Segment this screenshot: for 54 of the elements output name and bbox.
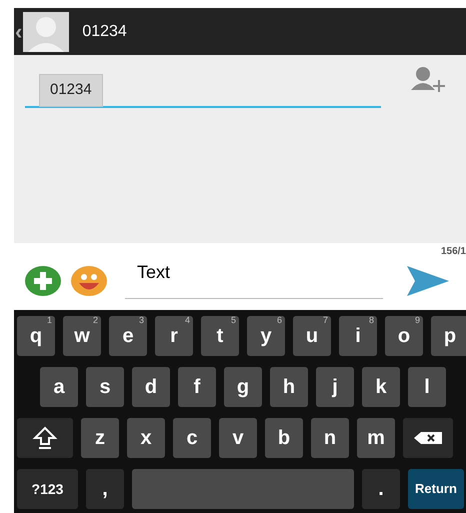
key[interactable]: , bbox=[86, 469, 124, 509]
key[interactable]: l bbox=[408, 367, 446, 407]
key[interactable]: p bbox=[431, 316, 466, 356]
key[interactable]: . bbox=[362, 469, 400, 509]
key[interactable]: f bbox=[178, 367, 216, 407]
key[interactable]: e 3 bbox=[109, 316, 147, 356]
key-hint: 7 bbox=[322, 316, 328, 325]
shift-key[interactable] bbox=[17, 418, 73, 458]
key[interactable]: u 7 bbox=[293, 316, 331, 356]
key[interactable]: a bbox=[40, 367, 78, 407]
key[interactable]: t 5 bbox=[201, 316, 239, 356]
back-button[interactable]: ‹ bbox=[14, 20, 22, 42]
backspace-icon bbox=[413, 431, 443, 445]
key[interactable]: y 6 bbox=[247, 316, 285, 356]
message-input[interactable]: Text bbox=[125, 258, 383, 298]
key[interactable]: v bbox=[219, 418, 257, 458]
key[interactable]: s bbox=[86, 367, 124, 407]
key[interactable]: d bbox=[132, 367, 170, 407]
key[interactable]: r 4 bbox=[155, 316, 193, 356]
character-counter: 156/1 bbox=[440, 245, 466, 259]
key-hint: 3 bbox=[138, 316, 144, 325]
key[interactable]: z bbox=[81, 418, 119, 458]
key[interactable]: i 8 bbox=[339, 316, 377, 356]
key-hint: 2 bbox=[92, 316, 98, 325]
key[interactable]: w 2 bbox=[63, 316, 101, 356]
key[interactable]: j bbox=[316, 367, 354, 407]
key[interactable]: n bbox=[311, 418, 349, 458]
key[interactable]: b bbox=[265, 418, 303, 458]
key-hint: 1 bbox=[46, 316, 52, 325]
send-icon bbox=[407, 266, 449, 296]
recipient-chip[interactable]: 01234 bbox=[39, 74, 103, 106]
conversation-title: 01234 bbox=[82, 22, 127, 42]
key[interactable]: c bbox=[173, 418, 211, 458]
return-key[interactable]: Return bbox=[408, 469, 464, 509]
key[interactable]: g bbox=[224, 367, 262, 407]
key-hint: 9 bbox=[414, 316, 420, 325]
shift-icon bbox=[32, 425, 58, 451]
key-hint: 4 bbox=[184, 316, 190, 325]
key[interactable]: x bbox=[127, 418, 165, 458]
key[interactable]: m bbox=[357, 418, 395, 458]
smiley-icon bbox=[71, 266, 107, 296]
key-hint: 5 bbox=[230, 316, 236, 325]
delete-key[interactable] bbox=[403, 418, 453, 458]
key-hint: 8 bbox=[368, 316, 374, 325]
recipients-field[interactable]: 01234 bbox=[25, 66, 381, 108]
key[interactable]: k bbox=[362, 367, 400, 407]
key[interactable]: h bbox=[270, 367, 308, 407]
key[interactable]: q 1 bbox=[17, 316, 55, 356]
add-attachment-icon bbox=[25, 266, 61, 296]
key-hint: 6 bbox=[276, 316, 282, 325]
symbols-key[interactable]: ?123 bbox=[17, 469, 78, 509]
contact-avatar-icon bbox=[23, 12, 70, 52]
key[interactable]: o 9 bbox=[385, 316, 423, 356]
add-contact-icon bbox=[410, 66, 448, 94]
